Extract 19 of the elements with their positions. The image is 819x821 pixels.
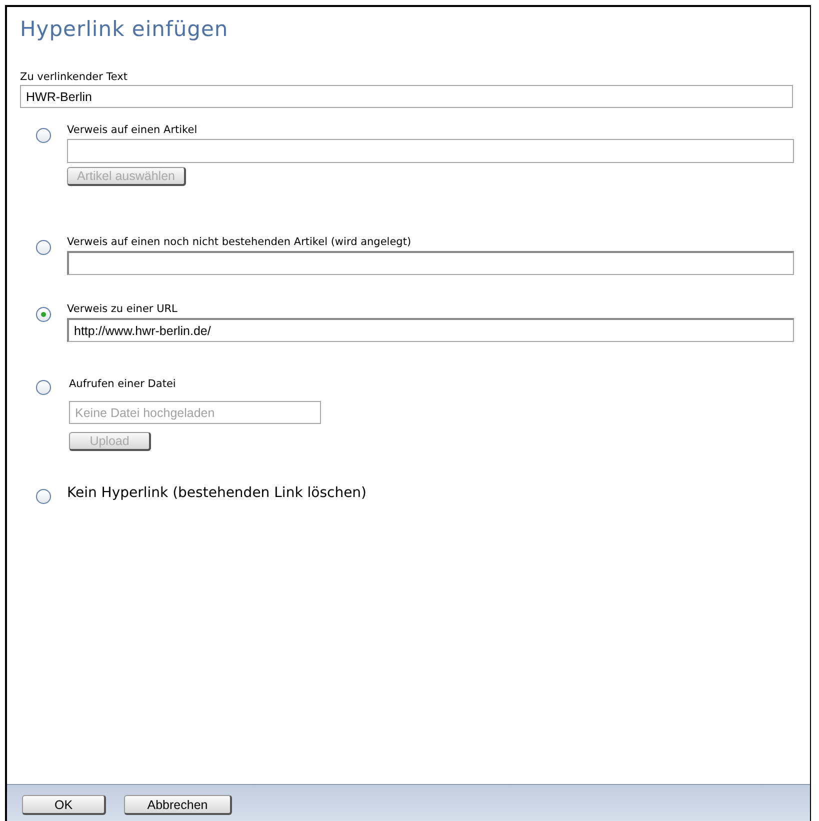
radio-button[interactable]: [36, 489, 51, 504]
radio-button[interactable]: [36, 307, 51, 322]
radio-button[interactable]: [36, 128, 51, 143]
option-label: Aufrufen einer Datei: [69, 378, 176, 390]
input-field[interactable]: [67, 139, 794, 163]
field-label: Zu verlinkender Text: [20, 71, 129, 83]
dialog-button[interactable]: Abbrechen: [124, 795, 232, 815]
option-label: Verweis auf einen noch nicht bestehenden Artikel (wird angelegt): [67, 236, 412, 248]
radio-button[interactable]: [36, 240, 51, 255]
file-field[interactable]: Keine Datei hochgeladen: [69, 401, 321, 424]
link-text-field[interactable]: HWR-Berlin: [20, 85, 793, 108]
input-field[interactable]: http://www.hwr-berlin.de/: [67, 318, 794, 342]
option-label: Verweis auf einen Artikel: [67, 124, 198, 136]
dialog-button[interactable]: OK: [22, 795, 106, 815]
radio-button[interactable]: [36, 380, 51, 395]
input-field[interactable]: [67, 251, 794, 275]
dialog-title: Hyperlink einfügen: [20, 17, 230, 41]
option-label: Verweis zu einer URL: [67, 303, 178, 315]
option-label: Kein Hyperlink (bestehenden Link löschen): [67, 485, 367, 501]
